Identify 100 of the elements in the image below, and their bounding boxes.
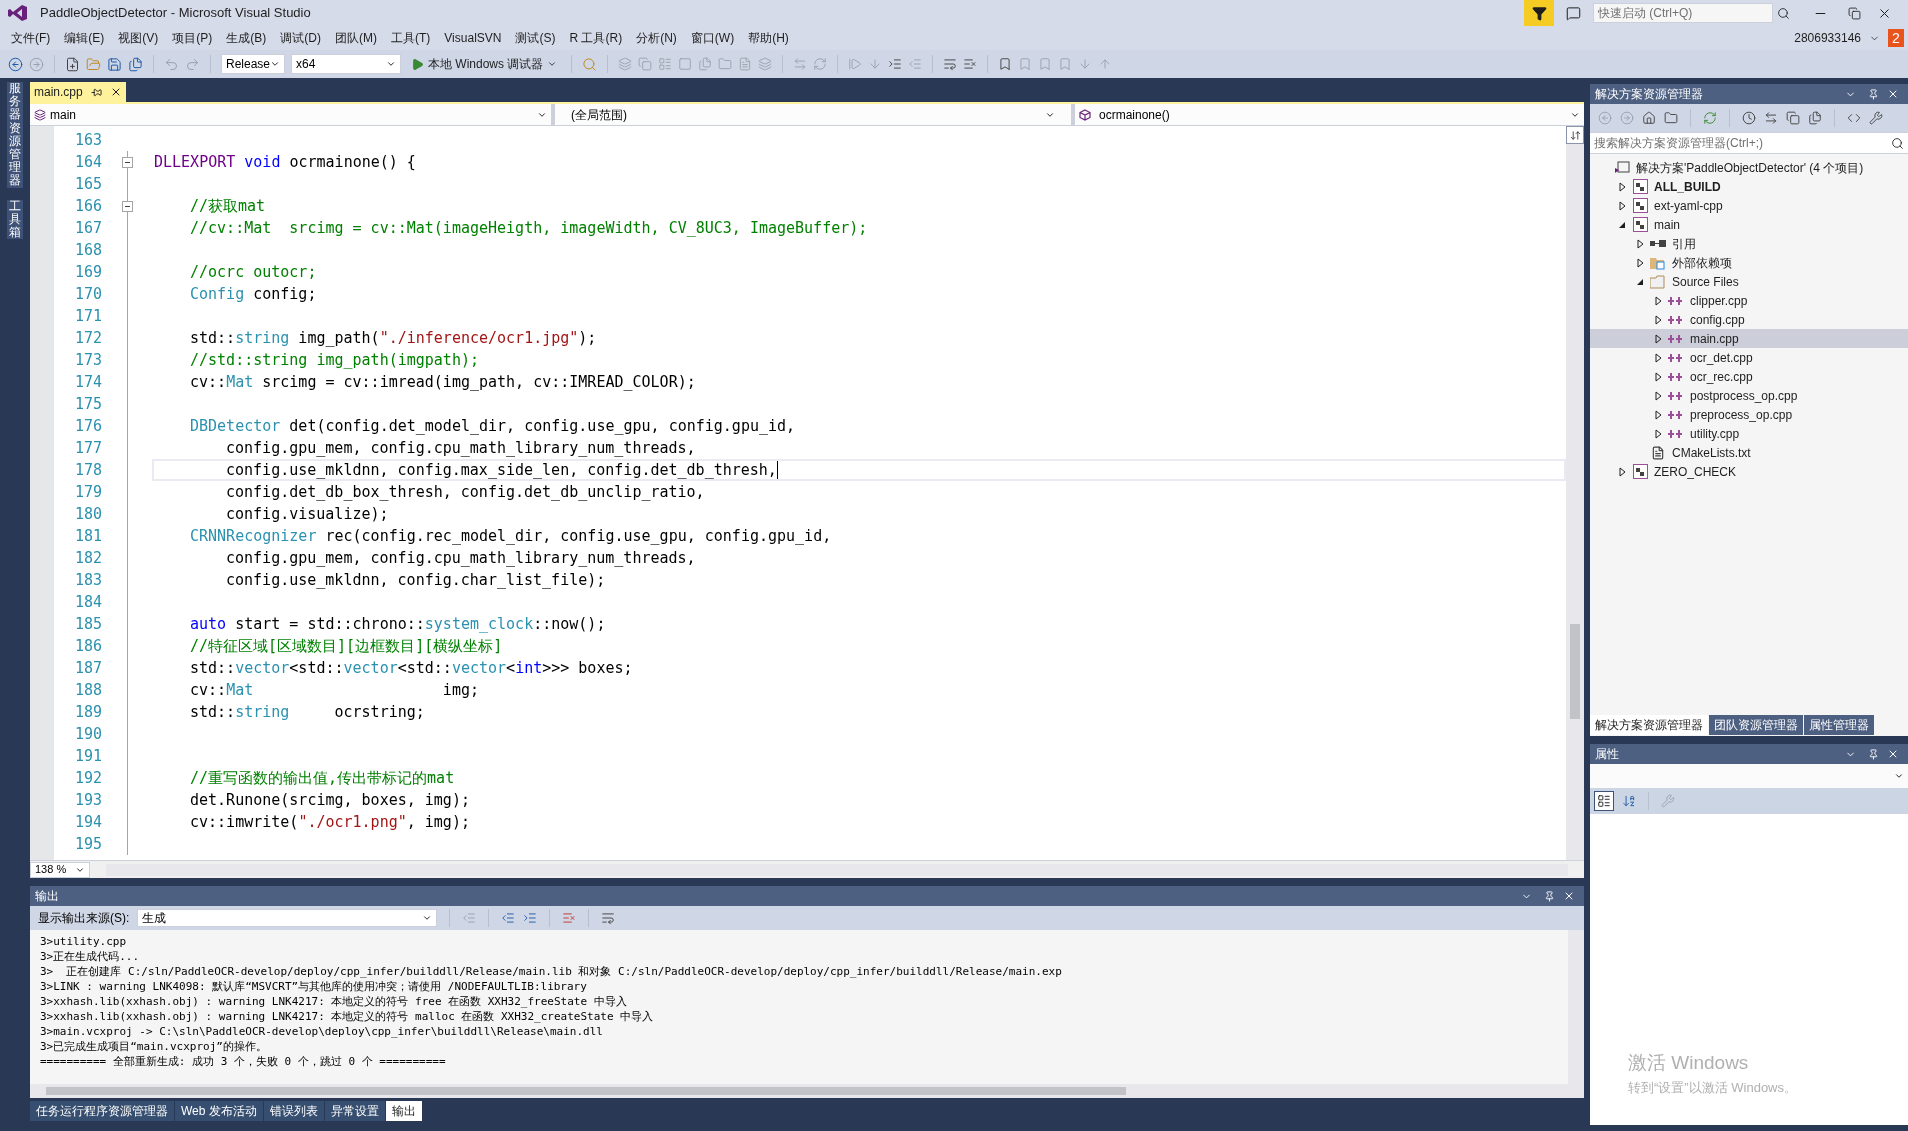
uncomment-icon[interactable] [963, 57, 978, 71]
properties-icon[interactable] [1869, 111, 1883, 125]
scroll-thumb[interactable] [1570, 624, 1580, 719]
member-dropdown[interactable]: ocrmainone() [1075, 104, 1584, 125]
menu-item[interactable]: 窗口(W) [683, 29, 742, 47]
panel-tab[interactable]: 属性管理器 [1804, 715, 1874, 735]
start-debugger-button[interactable]: 本地 Windows 调试器 [407, 54, 562, 74]
editor-tab[interactable]: main.cpp [30, 82, 126, 102]
bottom-tab[interactable]: 异常设置 [324, 1101, 385, 1121]
collapsed-arrow-icon[interactable] [1654, 295, 1662, 306]
tree-item[interactable]: main.cpp [1590, 329, 1908, 348]
collapsed-arrow-icon[interactable] [1654, 314, 1662, 325]
collapsed-arrow-icon[interactable] [1654, 352, 1662, 363]
menu-item[interactable]: 调试(D) [273, 29, 328, 47]
bottom-tab[interactable]: 错误列表 [263, 1101, 324, 1121]
collapsed-arrow-icon[interactable] [1618, 181, 1626, 192]
tree-item[interactable]: 解决方案'PaddleObjectDetector' (4 个项目) [1590, 158, 1908, 177]
tree-item[interactable]: 引用 [1590, 234, 1908, 253]
collapsed-arrow-icon[interactable] [1636, 257, 1644, 268]
notification-badge[interactable]: 2 [1888, 29, 1904, 47]
panel-tab[interactable]: 团队资源管理器 [1709, 715, 1803, 735]
open-icon[interactable] [86, 56, 101, 72]
categorized-icon[interactable] [1597, 794, 1611, 808]
collapsed-arrow-icon[interactable] [1654, 371, 1662, 382]
pin-icon[interactable] [90, 86, 102, 98]
close-icon[interactable] [1563, 890, 1575, 902]
new-project-icon[interactable] [65, 56, 80, 72]
tree-item[interactable]: ocr_rec.cpp [1590, 367, 1908, 386]
close-icon[interactable] [1887, 748, 1899, 760]
tree-item[interactable]: ocr_det.cpp [1590, 348, 1908, 367]
account-name[interactable]: 2806933146 [1794, 29, 1861, 47]
tree-item[interactable]: utility.cpp [1590, 424, 1908, 443]
search-box[interactable]: 搜索解决方案资源管理器(Ctrl+;) [1590, 132, 1908, 154]
comment-icon[interactable] [943, 57, 958, 71]
find-message-icon[interactable] [501, 911, 516, 925]
bottom-tab[interactable]: 任务运行程序资源管理器 [30, 1101, 174, 1121]
menu-item[interactable]: 文件(F) [4, 29, 58, 47]
menu-item[interactable]: R 工具(R) [562, 29, 630, 47]
expanded-arrow-icon[interactable] [1618, 220, 1626, 229]
split-icon[interactable] [1569, 129, 1581, 141]
tree-item[interactable]: clipper.cpp [1590, 291, 1908, 310]
vertical-scrollbar[interactable] [1568, 930, 1584, 1084]
tree-item[interactable]: main [1590, 215, 1908, 234]
save-icon[interactable] [107, 56, 122, 72]
next-message-icon[interactable] [523, 911, 538, 925]
word-wrap-icon[interactable] [601, 911, 616, 925]
collapse-icon[interactable] [122, 201, 133, 212]
indent-icon[interactable] [888, 57, 903, 71]
show-all-files-icon[interactable] [1808, 111, 1822, 125]
view-code-icon[interactable] [1847, 111, 1861, 125]
pin-icon[interactable] [1544, 890, 1555, 902]
menu-item[interactable]: 生成(B) [219, 29, 274, 47]
sync-with-document-icon[interactable] [1764, 111, 1778, 125]
menu-item[interactable]: 工具(T) [384, 29, 438, 47]
side-tab[interactable]: 服务器资源管理器 [7, 82, 23, 188]
close-icon[interactable] [1887, 88, 1899, 100]
horizontal-scrollbar[interactable] [30, 1084, 1584, 1098]
pending-changes-icon[interactable] [1742, 111, 1756, 125]
tree-item[interactable]: ext-yaml-cpp [1590, 196, 1908, 215]
tree-item[interactable]: ALL_BUILD [1590, 177, 1908, 196]
quick-launch-field[interactable]: 快速启动 (Ctrl+Q) [1593, 3, 1773, 23]
tree-item[interactable]: preprocess_op.cpp [1590, 405, 1908, 424]
vertical-scrollbar[interactable] [1566, 126, 1584, 860]
tree-item[interactable]: ZERO_CHECK [1590, 462, 1908, 481]
collapsed-arrow-icon[interactable] [1654, 428, 1662, 439]
collapse-icon[interactable] [122, 157, 133, 168]
bookmark-icon[interactable] [998, 57, 1013, 71]
panel-tab[interactable]: 解决方案资源管理器 [1590, 715, 1708, 735]
bottom-tab[interactable]: Web 发布活动 [175, 1101, 263, 1121]
menu-item[interactable]: 团队(M) [328, 29, 384, 47]
switch-views-icon[interactable] [1664, 111, 1678, 125]
back-icon[interactable] [8, 56, 23, 72]
sync-icon[interactable] [1703, 111, 1717, 125]
collapse-all-icon[interactable] [1786, 111, 1800, 125]
menu-item[interactable]: 项目(P) [165, 29, 220, 47]
pin-icon[interactable] [1868, 88, 1879, 100]
alphabetical-icon[interactable] [1622, 794, 1636, 808]
zoom-dropdown[interactable]: 138 % [30, 861, 90, 878]
tree-item[interactable]: postprocess_op.cpp [1590, 386, 1908, 405]
side-tab[interactable]: 工具箱 [7, 199, 23, 240]
home-icon[interactable] [1642, 111, 1656, 125]
configuration-dropdown[interactable]: Release [221, 54, 285, 74]
notification-flag[interactable] [1524, 0, 1554, 26]
tree-item[interactable]: 外部依赖项 [1590, 253, 1908, 272]
tree-item[interactable]: Source Files [1590, 272, 1908, 291]
collapsed-arrow-icon[interactable] [1654, 409, 1662, 420]
collapsed-arrow-icon[interactable] [1654, 333, 1662, 344]
feedback-icon[interactable] [1566, 5, 1581, 21]
menu-item[interactable]: VisualSVN [437, 29, 509, 47]
collapsed-arrow-icon[interactable] [1618, 200, 1626, 211]
menu-item[interactable]: 视图(V) [111, 29, 166, 47]
collapsed-arrow-icon[interactable] [1618, 466, 1626, 477]
search-icon[interactable] [1891, 136, 1904, 150]
platform-dropdown[interactable]: x64 [291, 54, 401, 74]
collapsed-arrow-icon[interactable] [1636, 238, 1644, 249]
restore-icon[interactable] [1848, 6, 1861, 20]
expanded-arrow-icon[interactable] [1636, 277, 1644, 286]
menu-item[interactable]: 分析(N) [629, 29, 684, 47]
menu-item[interactable]: 编辑(E) [57, 29, 112, 47]
tree-item[interactable]: CMakeLists.txt [1590, 443, 1908, 462]
